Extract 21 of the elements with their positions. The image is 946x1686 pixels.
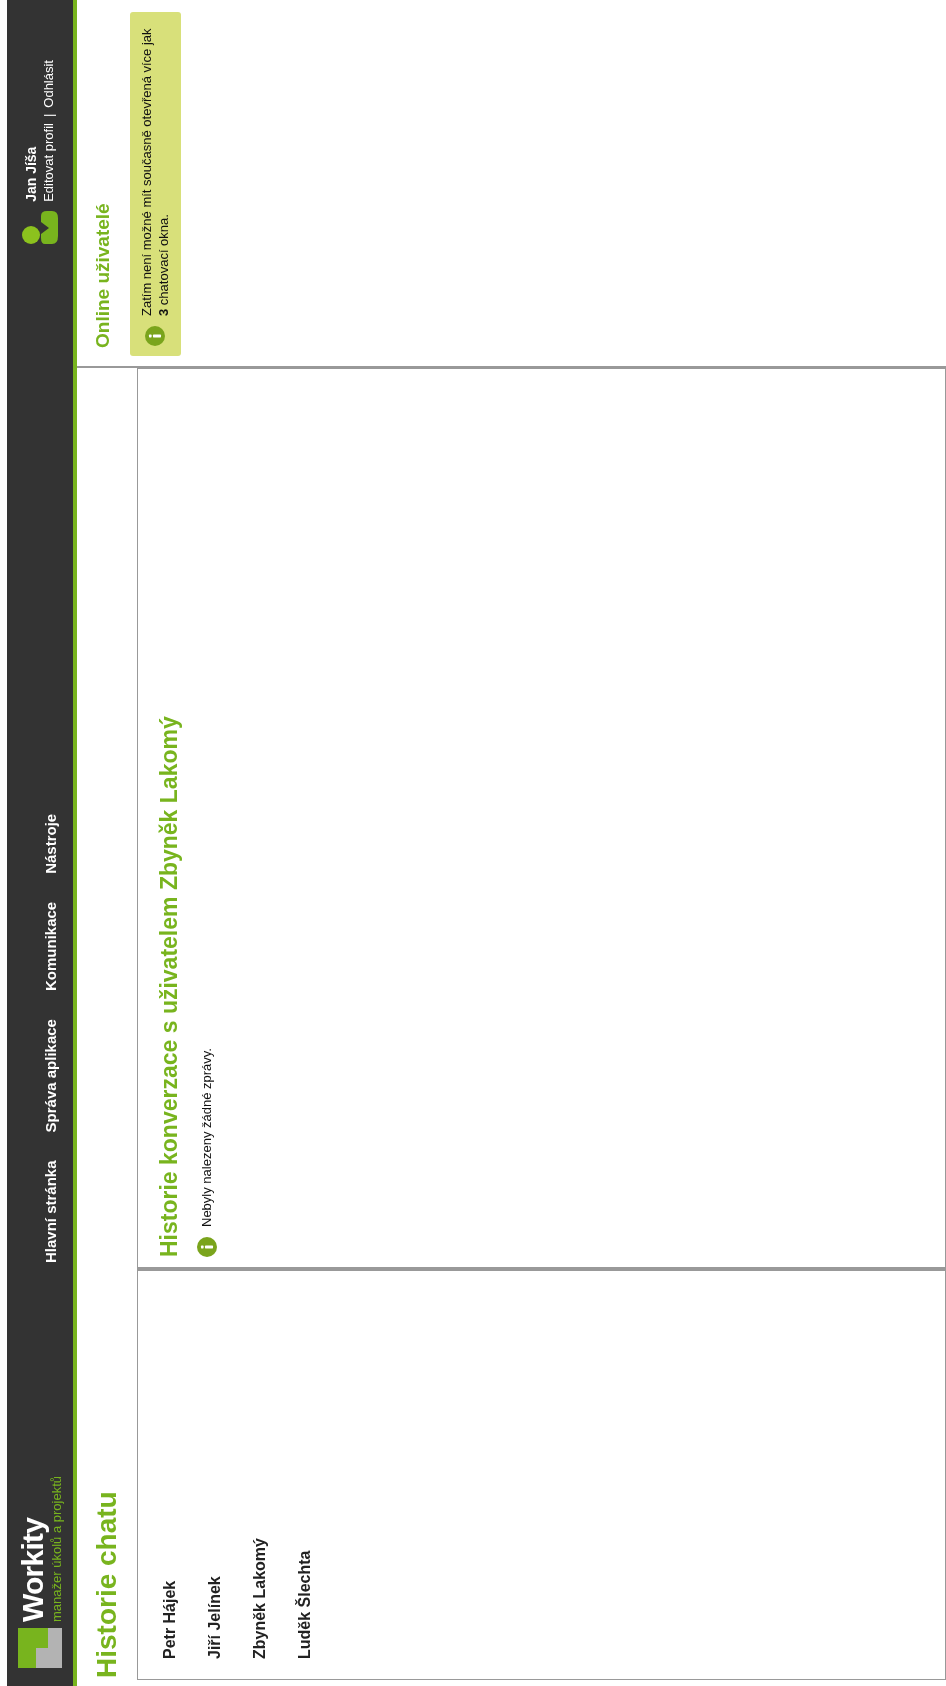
- nav-link[interactable]: Nástroje: [39, 813, 63, 874]
- empty-notice: Nebyly nalezeny žádné zprávy.: [198, 1048, 216, 1227]
- nav-link[interactable]: Správa aplikace: [39, 1019, 63, 1133]
- page-title: Historie chatu: [90, 1490, 123, 1680]
- conversation-title: Historie konverzace s uživatelem Zbyněk Lakomý: [158, 715, 181, 1257]
- info-icon: [145, 326, 166, 346]
- contact-link[interactable]: Jiří Jelínek: [207, 1271, 223, 1659]
- separator: |: [40, 113, 57, 118]
- edit-profile-link[interactable]: Editovat profil: [40, 123, 57, 202]
- contact-link[interactable]: Petr Hájek: [162, 1271, 178, 1659]
- user-icon: [21, 209, 59, 246]
- logo-icon: [18, 1628, 62, 1668]
- logout-link[interactable]: Odhlásit: [40, 60, 57, 108]
- info-icon: [197, 1237, 217, 1257]
- sidebar-title: Online uživatelé: [91, 202, 114, 350]
- nav-link[interactable]: Komunikace: [39, 901, 63, 992]
- nav-link[interactable]: Hlavní stránka: [39, 1160, 63, 1263]
- user-name: Jan Jíša: [23, 145, 41, 202]
- app-tagline: manažer úkolů a projektů: [49, 1476, 63, 1622]
- contact-link[interactable]: Zbyněk Lakomý: [252, 1271, 268, 1659]
- contact-link[interactable]: Luděk Šlechta: [297, 1271, 313, 1659]
